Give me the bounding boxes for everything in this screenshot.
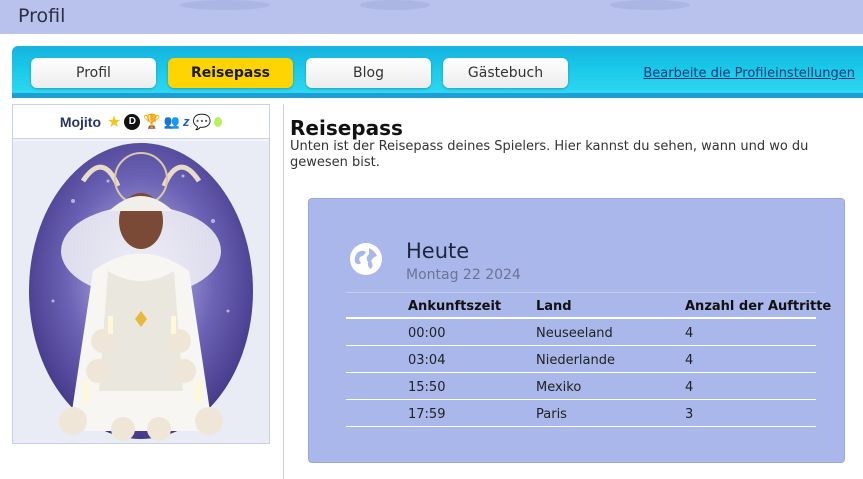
passport-table: Ankunftszeit Land Anzahl der Auftritte 0…	[346, 292, 831, 427]
tab-profil[interactable]: Profil	[31, 58, 156, 88]
arrival-time: 03:04	[408, 353, 446, 368]
friends-icon: 👥	[163, 113, 180, 129]
green-dot-icon	[214, 116, 223, 127]
arrival-time: 00:00	[408, 326, 446, 341]
country: Paris	[536, 407, 567, 422]
visit-count: 4	[685, 380, 694, 395]
country: Neuseeland	[536, 326, 613, 341]
user-header: Mojito ★ D 🏆 👥 z 💬	[13, 105, 269, 139]
main-content: Reisepass Unten ist der Reisepass deines…	[283, 104, 863, 479]
passport-date: Montag 22 2024	[406, 267, 521, 283]
star-icon: ★	[107, 113, 122, 131]
z-badge-icon: z	[183, 114, 190, 129]
table-row: 03:04 Niederlande 4	[346, 346, 816, 373]
column-header-arrival: Ankunftszeit	[408, 299, 502, 314]
header-decoration	[610, 0, 690, 10]
column-header-count: Anzahl der Auftritte	[685, 299, 832, 314]
table-row: 17:59 Paris 3	[346, 400, 816, 427]
arrival-time: 17:59	[408, 407, 446, 422]
page-title: Profil	[18, 5, 66, 27]
header-decoration	[360, 0, 430, 10]
globe-icon	[349, 242, 383, 281]
header-decoration	[180, 0, 270, 10]
profile-settings-link[interactable]: Bearbeite die Profileinstellungen	[643, 66, 855, 81]
country: Mexiko	[536, 380, 582, 395]
d-badge-icon: D	[124, 113, 141, 130]
visit-count: 4	[685, 353, 694, 368]
passport-day: Heute	[406, 239, 470, 263]
country: Niederlande	[536, 353, 615, 368]
visit-count: 3	[685, 407, 694, 422]
table-header: Ankunftszeit Land Anzahl der Auftritte	[346, 293, 831, 319]
visit-count: 4	[685, 326, 694, 341]
arrival-time: 15:50	[408, 380, 446, 395]
trophy-icon: 🏆	[143, 113, 161, 129]
tab-reisepass[interactable]: Reisepass	[168, 58, 293, 88]
avatar[interactable]	[13, 141, 269, 443]
section-title: Reisepass	[290, 116, 403, 140]
table-row: 15:50 Mexiko 4	[346, 373, 816, 400]
column-header-country: Land	[536, 299, 572, 314]
tab-gaestebuch[interactable]: Gästebuch	[443, 58, 568, 88]
chat-icon: 💬	[192, 113, 212, 131]
avatar-illustration	[29, 143, 253, 441]
passport-card: Heute Montag 22 2024 Ankunftszeit Land A…	[308, 198, 845, 463]
username[interactable]: Mojito	[60, 114, 101, 130]
tab-blog[interactable]: Blog	[306, 58, 431, 88]
top-bar: Profil	[0, 0, 863, 34]
section-intro: Unten ist der Reisepass deines Spielers.…	[290, 139, 809, 170]
table-row: 00:00 Neuseeland 4	[346, 319, 816, 346]
profile-nav: Profil Reisepass Blog Gästebuch Bearbeit…	[12, 46, 863, 98]
profile-sidebar: Mojito ★ D 🏆 👥 z 💬	[12, 104, 270, 444]
